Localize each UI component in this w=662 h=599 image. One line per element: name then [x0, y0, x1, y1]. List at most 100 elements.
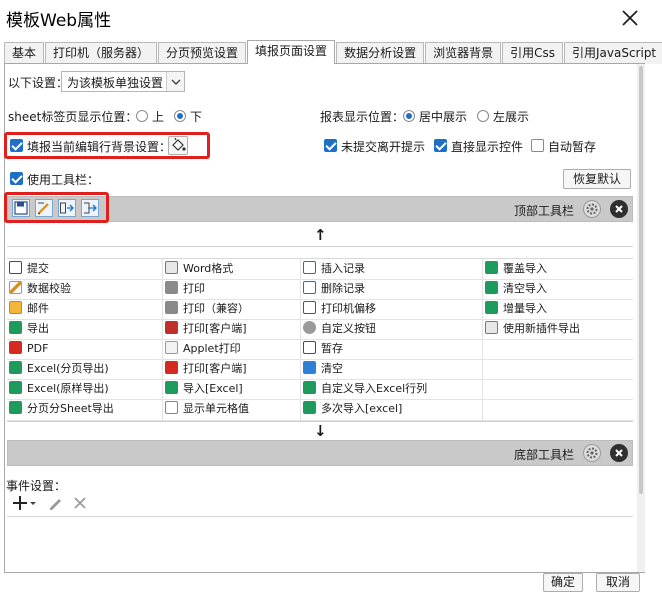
eraser-icon	[303, 361, 316, 374]
radio-report-left[interactable]	[477, 110, 489, 122]
tab-browser-bg[interactable]: 浏览器背景	[425, 42, 502, 64]
btn-export[interactable]: 导出	[9, 319, 49, 339]
btn-printer-offset[interactable]: 打印机偏移	[303, 299, 376, 319]
btn-word[interactable]: Word格式	[165, 259, 233, 279]
btn-mail[interactable]: 邮件	[9, 299, 49, 319]
close-icon	[622, 10, 638, 26]
btn-temp-save[interactable]: 暂存	[303, 339, 343, 359]
close-button[interactable]	[618, 6, 642, 30]
top-toolbar-verify[interactable]	[35, 199, 53, 217]
top-toolbar-delete-row[interactable]	[81, 199, 99, 217]
tab-javascript[interactable]: 引用JavaScript	[563, 42, 662, 64]
close-circle-icon	[615, 205, 623, 213]
mail-icon	[9, 301, 22, 314]
tab-page-preview[interactable]: 分页预览设置	[158, 42, 247, 64]
top-toolbar-insert-row[interactable]	[58, 199, 76, 217]
btn-insert-record[interactable]: 插入记录	[303, 259, 365, 279]
excel-icon	[485, 281, 498, 294]
radio-report-center-label: 居中展示	[419, 110, 468, 124]
scope-select[interactable]: 为该模板单独设置	[61, 71, 185, 92]
insert-row-icon	[303, 261, 316, 274]
ok-button[interactable]: 确定	[543, 573, 583, 592]
excel-icon	[485, 261, 498, 274]
move-icon	[303, 301, 316, 314]
btn-clear[interactable]: 清空	[303, 359, 343, 379]
btn-data-verify[interactable]: 数据校验	[9, 279, 71, 299]
btn-custom-button[interactable]: 自定义按钮	[303, 319, 376, 339]
btn-print[interactable]: 打印	[165, 279, 205, 299]
btn-print-compatible[interactable]: 打印（兼容）	[165, 299, 249, 319]
direct-show-checkbox[interactable]	[434, 139, 447, 152]
fill-bg-label: 填报当前编辑行背景设置：	[27, 140, 172, 154]
btn-clear-import[interactable]: 清空导入	[485, 279, 547, 299]
unsubmitted-prompt-checkbox[interactable]	[324, 139, 337, 152]
autosave-checkbox[interactable]	[531, 139, 544, 152]
btn-applet-print[interactable]: Applet打印	[165, 339, 241, 359]
event-edit-button[interactable]	[47, 495, 63, 511]
tab-basic[interactable]: 基本	[4, 42, 45, 64]
excel-icon	[485, 301, 498, 314]
btn-submit[interactable]: 提交	[9, 259, 49, 279]
cancel-button[interactable]: 取消	[596, 573, 640, 592]
divider-top	[7, 246, 633, 247]
tab-data-analysis[interactable]: 数据分析设置	[336, 42, 425, 64]
radio-sheet-top-label: 上	[152, 110, 165, 124]
btn-print-client-pdf[interactable]: 打印[客户端]	[165, 359, 247, 379]
unsubmitted-prompt-label: 未提交离开提示	[341, 140, 426, 154]
tab-css[interactable]: 引用Css	[502, 42, 563, 64]
excel-icon	[9, 381, 22, 394]
radio-report-center[interactable]	[403, 110, 415, 122]
btn-excel-sheet[interactable]: 分页分Sheet导出	[9, 399, 114, 419]
gear-icon	[586, 447, 598, 459]
move-down-arrow[interactable]: ↓	[314, 422, 327, 440]
btn-multi-import-excel[interactable]: 多次导入[excel]	[303, 399, 402, 419]
excel-icon	[303, 401, 316, 414]
x-icon	[74, 497, 86, 509]
top-toolbar-settings-button[interactable]	[583, 200, 601, 218]
scrollbar-thumb[interactable]	[639, 66, 643, 494]
btn-incremental-import[interactable]: 增量导入	[485, 299, 547, 319]
btn-import-excel[interactable]: 导入[Excel]	[165, 379, 243, 399]
use-toolbar-checkbox[interactable]	[10, 172, 23, 185]
tab-fill-page[interactable]: 填报页面设置	[247, 40, 336, 64]
top-toolbar-clear-button[interactable]	[610, 200, 628, 218]
event-add-button[interactable]	[12, 494, 38, 512]
printer-icon	[165, 281, 178, 294]
verify-icon	[9, 281, 22, 294]
btn-excel-original[interactable]: Excel(原样导出)	[9, 379, 109, 399]
cell-icon	[165, 401, 178, 414]
bottom-toolbar-clear-button[interactable]	[610, 444, 628, 462]
bottom-toolbar-settings-button[interactable]	[583, 444, 601, 462]
btn-print-client[interactable]: 打印[客户端]	[165, 319, 247, 339]
event-delete-button[interactable]	[72, 495, 88, 511]
fill-bg-checkbox[interactable]	[10, 139, 23, 152]
report-position-label: 报表显示位置：	[320, 110, 405, 124]
export-icon	[9, 321, 22, 334]
btn-show-cell-value[interactable]: 显示单元格值	[165, 399, 249, 419]
flash-print-icon	[165, 321, 178, 334]
scope-label: 以下设置：	[8, 76, 69, 90]
top-toolbar-save[interactable]	[12, 199, 30, 217]
events-list[interactable]	[7, 516, 633, 571]
move-up-arrow[interactable]: ↑	[314, 226, 327, 244]
btn-delete-record[interactable]: 删除记录	[303, 279, 365, 299]
delete-row-icon	[303, 281, 316, 294]
printer-icon	[165, 301, 178, 314]
btn-excel-page[interactable]: Excel(分页导出)	[9, 359, 109, 379]
events-label: 事件设置：	[6, 479, 67, 493]
btn-overwrite-import[interactable]: 覆盖导入	[485, 259, 547, 279]
word-icon	[165, 261, 178, 274]
radio-sheet-top[interactable]	[136, 110, 148, 122]
fill-bg-color-button[interactable]	[168, 136, 188, 155]
btn-custom-import-excel[interactable]: 自定义导入Excel行列	[303, 379, 427, 399]
paint-bucket-icon	[172, 137, 186, 151]
tab-printer-server[interactable]: 打印机（服务器）	[45, 42, 158, 64]
btn-pdf[interactable]: PDF	[9, 339, 48, 359]
delete-row-icon	[84, 202, 97, 214]
autosave-label: 自动暂存	[548, 140, 597, 154]
direct-show-label: 直接显示控件	[451, 140, 524, 154]
gear-icon	[586, 203, 598, 215]
btn-new-plugin-export[interactable]: 使用新插件导出	[485, 319, 580, 339]
restore-default-button[interactable]: 恢复默认	[563, 169, 631, 189]
radio-sheet-bottom[interactable]	[174, 110, 186, 122]
